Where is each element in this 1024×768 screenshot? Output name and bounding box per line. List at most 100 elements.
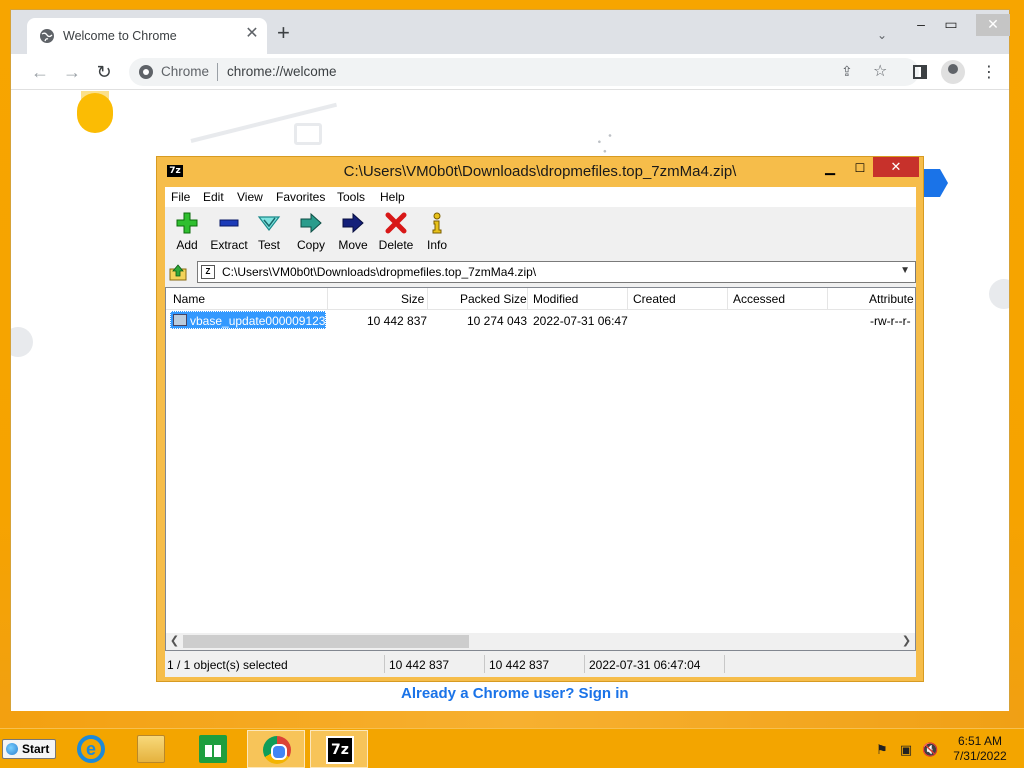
file-modified: 2022-07-31 06:47 xyxy=(533,314,628,328)
sevenzip-minimize-button[interactable]: ▁ xyxy=(817,159,843,179)
status-divider xyxy=(484,655,485,673)
info-button[interactable]: Info xyxy=(415,208,459,256)
delete-x-icon xyxy=(385,212,407,234)
copy-label: Copy xyxy=(296,238,325,252)
column-modified[interactable]: Modified xyxy=(533,292,578,306)
chrome-close-button[interactable]: ✕ xyxy=(976,14,1010,36)
status-size: 10 442 837 xyxy=(389,658,450,672)
bookmark-star-icon[interactable]: ☆ xyxy=(873,61,887,81)
menu-bar: File Edit View Favorites Tools Help xyxy=(165,187,916,207)
start-button[interactable]: Start xyxy=(2,739,56,759)
add-button[interactable]: Add xyxy=(165,208,209,256)
menu-favorites[interactable]: Favorites xyxy=(276,190,325,204)
scrollbar-thumb[interactable] xyxy=(183,635,469,648)
sevenzip-maximize-button[interactable]: ☐ xyxy=(847,159,873,179)
column-divider[interactable] xyxy=(627,288,628,310)
file-packed-size: 10 274 043 xyxy=(467,314,528,328)
clock-time: 6:51 AM xyxy=(957,734,1003,748)
profile-avatar-icon[interactable] xyxy=(941,60,965,84)
status-divider xyxy=(584,655,585,673)
new-tab-button[interactable]: + xyxy=(277,22,290,44)
table-row[interactable]: vbase_update000009123... 10 442 837 10 2… xyxy=(166,310,915,330)
file-icon xyxy=(173,314,187,326)
scroll-right-icon[interactable]: ❯ xyxy=(898,634,915,649)
menu-edit[interactable]: Edit xyxy=(203,190,224,204)
chrome-tab-strip: Welcome to Chrome ✕ + ⌄ – ▭ ✕ xyxy=(11,10,1010,54)
action-center-flag-icon[interactable]: ⚑ xyxy=(874,742,890,758)
column-divider[interactable] xyxy=(327,288,328,310)
desktop-background-strip xyxy=(0,710,1024,728)
extract-label: Extract xyxy=(210,238,248,252)
column-divider[interactable] xyxy=(527,288,528,310)
chrome-menu-icon[interactable]: ⋮ xyxy=(981,62,997,82)
minus-icon xyxy=(219,219,239,227)
tab-search-chevron-icon[interactable]: ⌄ xyxy=(877,28,887,42)
reload-icon[interactable]: ↻ xyxy=(93,61,115,83)
system-clock[interactable]: 6:51 AM 7/31/2022 xyxy=(940,734,1020,764)
sign-in-link[interactable]: Already a Chrome user? Sign in xyxy=(401,685,629,702)
store-icon xyxy=(199,735,227,763)
column-accessed[interactable]: Accessed xyxy=(733,292,785,306)
column-name[interactable]: Name xyxy=(173,292,205,306)
network-icon[interactable]: ▣ xyxy=(898,742,914,758)
chrome-maximize-button[interactable]: ▭ xyxy=(936,14,966,36)
column-size[interactable]: Size xyxy=(401,292,424,306)
share-icon[interactable]: ⇪ xyxy=(841,63,853,80)
dropdown-chevron-icon[interactable]: ▼ xyxy=(900,265,910,276)
test-button[interactable]: Test xyxy=(247,208,291,256)
extract-button[interactable]: Extract xyxy=(207,208,251,256)
test-label: Test xyxy=(257,238,280,252)
column-packed-size[interactable]: Packed Size xyxy=(460,292,527,306)
column-divider[interactable] xyxy=(427,288,428,310)
path-text: C:\Users\VM0b0t\Downloads\dropmefiles.to… xyxy=(222,265,537,279)
status-bar: 1 / 1 object(s) selected 10 442 837 10 4… xyxy=(165,653,916,675)
omnibox[interactable]: Chrome chrome://welcome ⇪ ☆ xyxy=(129,58,919,86)
column-divider[interactable] xyxy=(727,288,728,310)
path-combobox[interactable]: Z C:\Users\VM0b0t\Downloads\dropmefiles.… xyxy=(197,261,916,283)
column-attributes[interactable]: Attribute xyxy=(869,292,914,306)
taskbar-store[interactable] xyxy=(184,730,242,768)
status-selected: 1 / 1 object(s) selected xyxy=(167,658,288,672)
tab-title: Welcome to Chrome xyxy=(63,29,177,43)
scroll-left-icon[interactable]: ❮ xyxy=(166,634,183,649)
selected-file[interactable]: vbase_update000009123... xyxy=(170,311,335,329)
copy-button[interactable]: Copy xyxy=(289,208,333,256)
taskbar-internet-explorer[interactable]: e xyxy=(62,730,120,768)
tab-close-icon[interactable]: ✕ xyxy=(243,25,261,43)
tab-welcome[interactable]: Welcome to Chrome ✕ xyxy=(27,18,267,54)
menu-file[interactable]: File xyxy=(171,190,190,204)
volume-muted-icon[interactable]: 🔇 xyxy=(922,742,938,758)
file-list: Name Size Packed Size Modified Created A… xyxy=(165,287,916,651)
chrome-minimize-button[interactable]: – xyxy=(906,14,936,36)
sevenzip-titlebar[interactable]: 7z C:\Users\VM0b0t\Downloads\dropmefiles… xyxy=(157,157,923,187)
omnibox-url[interactable]: chrome://welcome xyxy=(227,64,337,79)
up-folder-icon[interactable] xyxy=(169,263,187,281)
file-size: 10 442 837 xyxy=(367,314,428,328)
folder-icon xyxy=(137,735,165,763)
address-bar: Z C:\Users\VM0b0t\Downloads\dropmefiles.… xyxy=(165,259,916,285)
sevenzip-close-button[interactable]: ✕ xyxy=(873,157,919,177)
taskbar-file-explorer[interactable] xyxy=(122,730,180,768)
back-arrow-icon[interactable]: ← xyxy=(29,61,51,83)
menu-view[interactable]: View xyxy=(237,190,263,204)
forward-arrow-icon[interactable]: → xyxy=(61,61,83,83)
column-divider[interactable] xyxy=(827,288,828,310)
menu-tools[interactable]: Tools xyxy=(337,190,365,204)
horizontal-scrollbar[interactable]: ❮ ❯ xyxy=(166,633,915,650)
delete-button[interactable]: Delete xyxy=(374,208,418,256)
windows-orb-icon xyxy=(6,743,18,755)
taskbar-7zip[interactable]: 7z xyxy=(310,730,368,768)
info-icon xyxy=(432,212,442,234)
status-modified: 2022-07-31 06:47:04 xyxy=(589,658,701,672)
taskbar: Start e 7z ⚑ ▣ 🔇 6:51 AM 7/31/2022 xyxy=(0,728,1024,768)
sevenzip-icon: 7z xyxy=(326,736,354,764)
taskbar-chrome[interactable] xyxy=(247,730,305,768)
file-attributes: -rw-r--r- xyxy=(870,314,911,328)
sevenzip-window: 7z C:\Users\VM0b0t\Downloads\dropmefiles… xyxy=(156,156,924,682)
menu-help[interactable]: Help xyxy=(380,190,405,204)
side-panel-icon[interactable] xyxy=(913,65,927,79)
status-divider xyxy=(724,655,725,673)
column-created[interactable]: Created xyxy=(633,292,676,306)
copy-arrow-icon xyxy=(300,212,322,234)
move-button[interactable]: Move xyxy=(331,208,375,256)
